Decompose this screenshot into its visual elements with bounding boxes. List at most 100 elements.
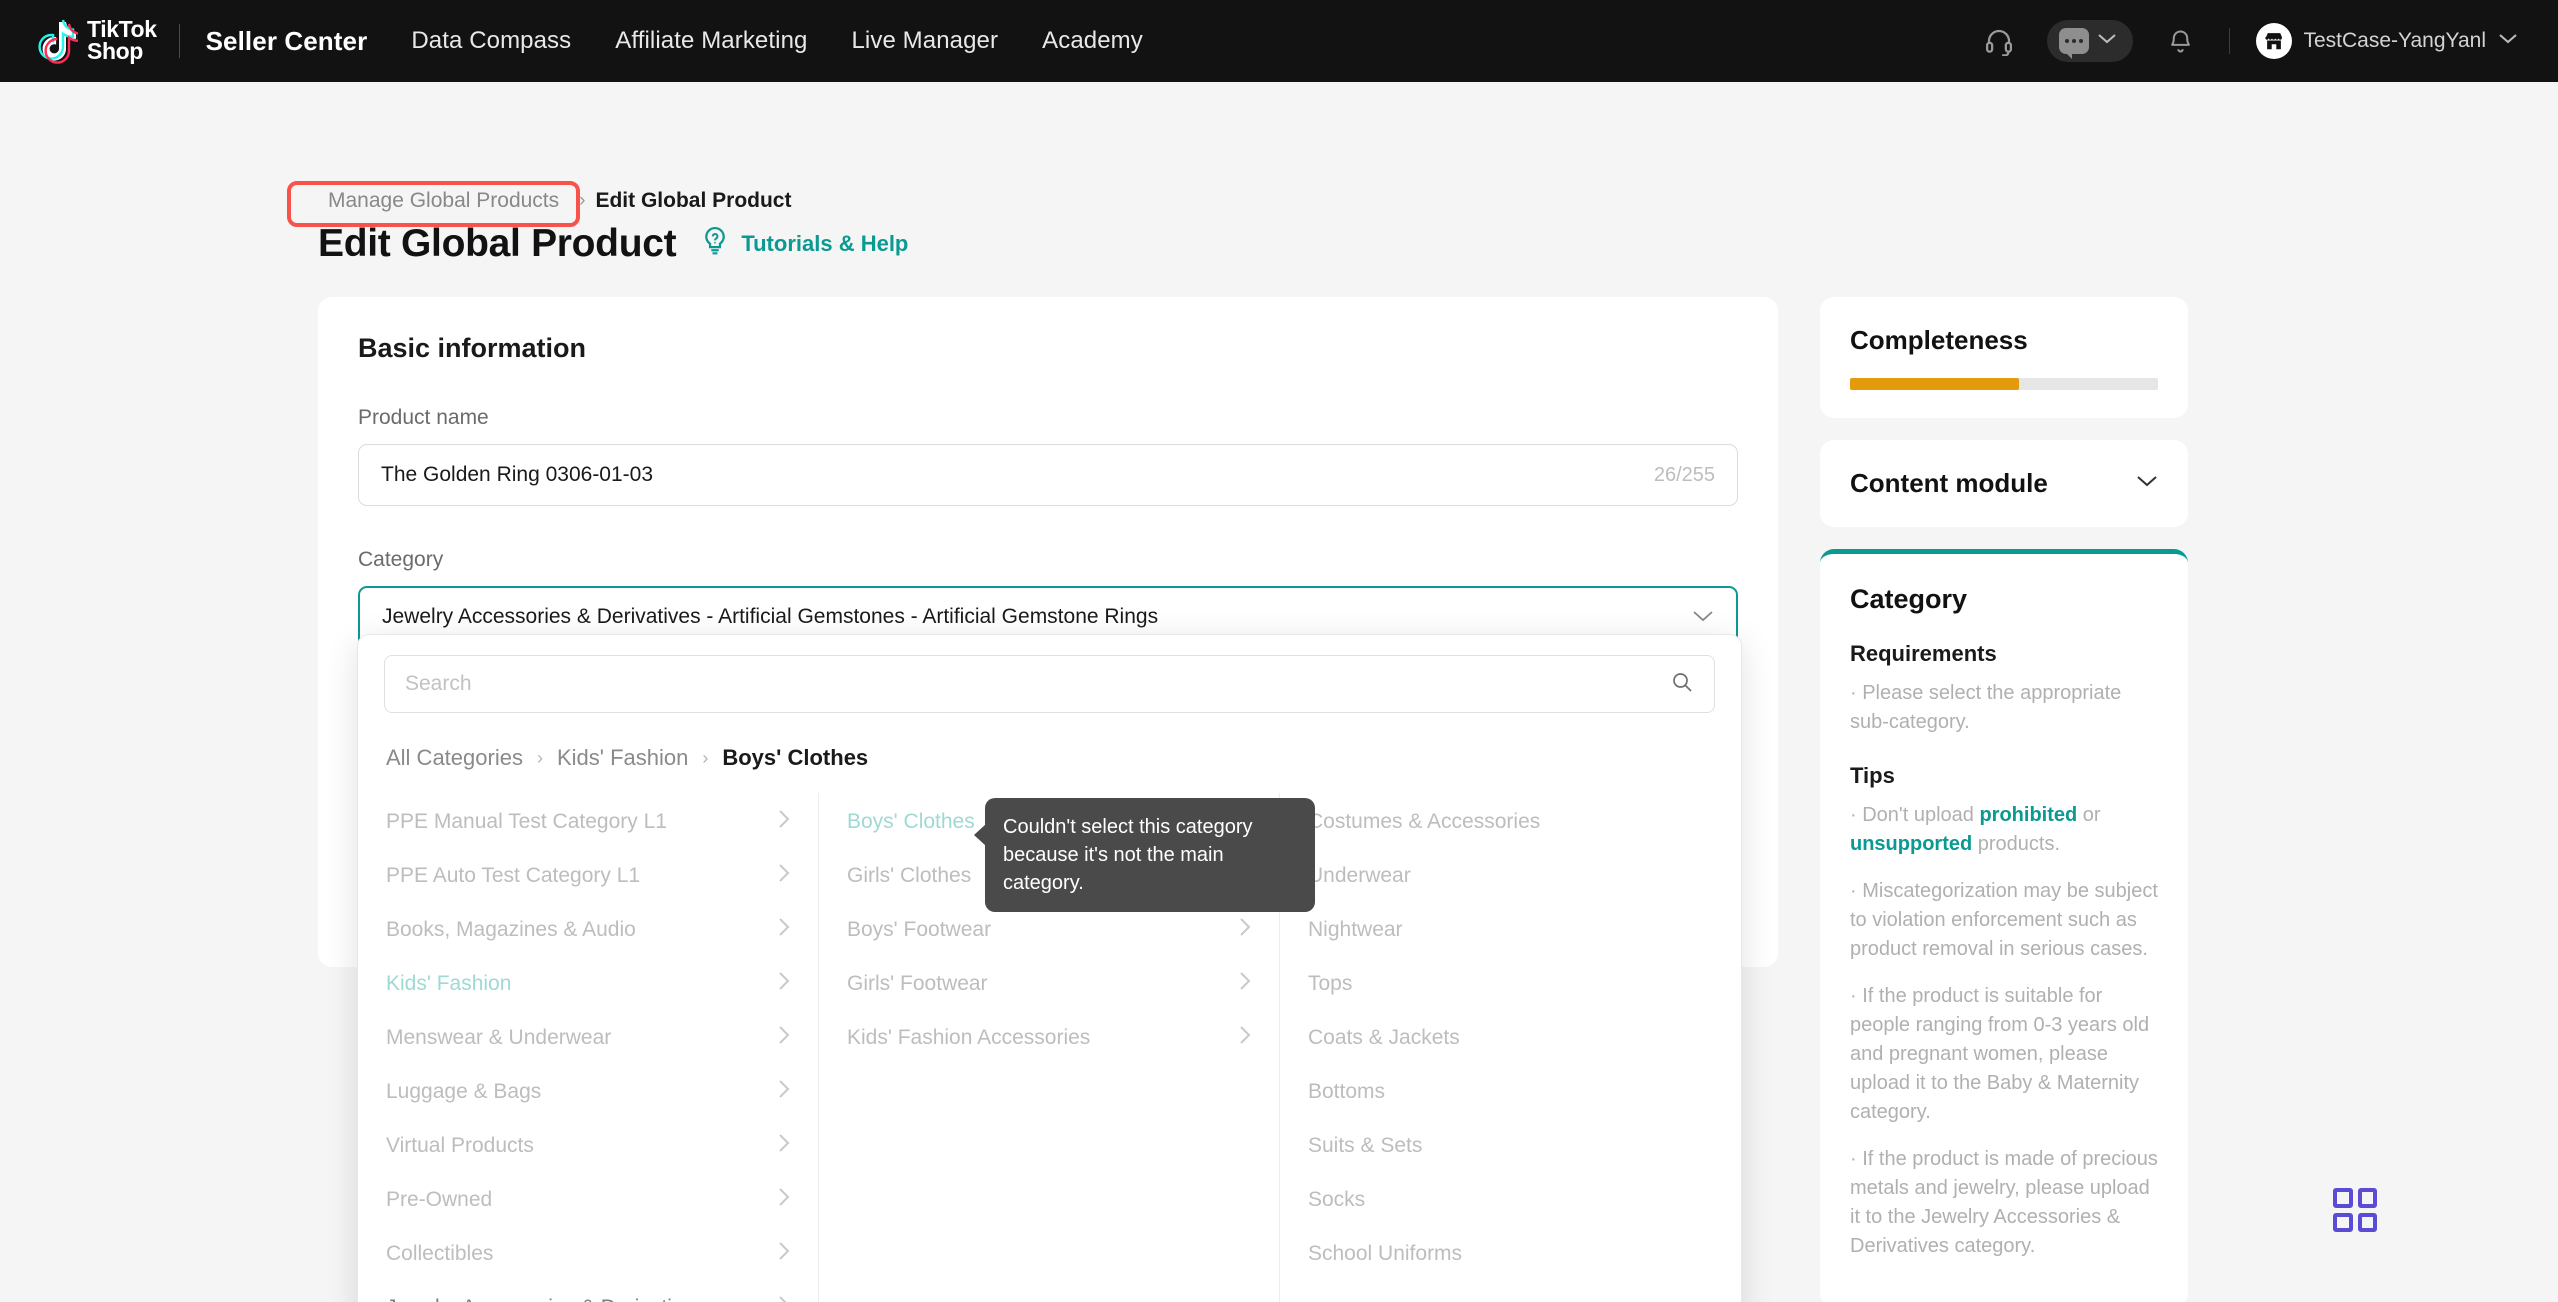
- search-icon[interactable]: [1670, 670, 1694, 699]
- chevron-down-icon[interactable]: [2136, 474, 2158, 493]
- category-option-label: PPE Auto Test Category L1: [386, 864, 640, 888]
- category-search-placeholder: Search: [405, 672, 1660, 696]
- category-option-label: Girls' Footwear: [847, 972, 988, 996]
- nav-item-live-manager[interactable]: Live Manager: [851, 27, 998, 55]
- tip-item-jewelry: · If the product is made of precious met…: [1850, 1145, 2158, 1261]
- chevron-right-icon: [776, 1186, 792, 1214]
- category-option[interactable]: Kids' Fashion Accessories: [819, 1011, 1279, 1065]
- category-option[interactable]: Jewelry Accessories & Derivatives: [358, 1281, 818, 1302]
- breadcrumb-manage-global-products[interactable]: Manage Global Products: [318, 186, 569, 216]
- breadcrumb-separator: ›: [579, 190, 585, 212]
- category-disabled-tooltip: Couldn't select this category because it…: [985, 798, 1315, 912]
- tip-item-prohibited: · Don't upload prohibited or unsupported…: [1850, 801, 2158, 859]
- user-account-chip[interactable]: TestCase-YangYanl: [2256, 23, 2519, 59]
- product-name-value: The Golden Ring 0306-01-03: [381, 463, 1654, 487]
- nav-item-affiliate-marketing[interactable]: Affiliate Marketing: [615, 27, 807, 55]
- nav-items: Seller Center Data Compass Affiliate Mar…: [206, 26, 1143, 57]
- nav-divider-2: [2229, 28, 2230, 54]
- category-help-title: Category: [1850, 584, 2158, 615]
- category-option[interactable]: PPE Manual Test Category L1: [358, 795, 818, 849]
- category-breadcrumb: All Categories › Kids' Fashion › Boys' C…: [358, 713, 1741, 793]
- category-option[interactable]: Kids' Fashion: [358, 957, 818, 1011]
- category-label: Category: [358, 548, 1738, 572]
- category-option-label: Pre-Owned: [386, 1188, 492, 1212]
- chevron-down-icon: [2498, 32, 2518, 50]
- grid-apps-icon[interactable]: [2333, 1188, 2377, 1232]
- unsupported-link[interactable]: unsupported: [1850, 833, 1972, 855]
- category-option[interactable]: Bottoms: [1280, 1065, 1741, 1119]
- category-option[interactable]: Nightwear: [1280, 903, 1741, 957]
- product-name-input[interactable]: The Golden Ring 0306-01-03 26/255: [358, 444, 1738, 506]
- category-option-label: Bottoms: [1308, 1080, 1385, 1104]
- category-option[interactable]: Menswear & Underwear: [358, 1011, 818, 1065]
- completeness-progress-track: [1850, 378, 2158, 390]
- category-option[interactable]: Socks: [1280, 1173, 1741, 1227]
- category-option[interactable]: Tops: [1280, 957, 1741, 1011]
- category-help-card: Category Requirements · Please select th…: [1820, 549, 2188, 1302]
- chevron-right-icon: [776, 808, 792, 836]
- tutorials-help-link[interactable]: Tutorials & Help: [700, 225, 908, 263]
- content-module-title: Content module: [1850, 468, 2048, 499]
- page-header: Edit Global Product Tutorials & Help: [318, 222, 908, 266]
- section-title-basic-information: Basic information: [358, 333, 1738, 364]
- cat-crumb-boys-clothes[interactable]: Boys' Clothes: [722, 745, 868, 771]
- category-option-label: Menswear & Underwear: [386, 1026, 611, 1050]
- tip-suffix: products.: [1972, 833, 2060, 855]
- category-option[interactable]: PPE Auto Test Category L1: [358, 849, 818, 903]
- tip-prefix: · Don't upload: [1850, 804, 1979, 826]
- chat-bubble-icon: [2059, 28, 2089, 54]
- prohibited-link[interactable]: prohibited: [1979, 804, 2077, 826]
- chevron-right-icon: [776, 1294, 792, 1302]
- nav-item-data-compass[interactable]: Data Compass: [411, 27, 571, 55]
- requirements-heading: Requirements: [1850, 641, 2158, 667]
- chevron-right-icon: [776, 1024, 792, 1052]
- nav-item-academy[interactable]: Academy: [1042, 27, 1143, 55]
- tip-item-baby-maternity: · If the product is suitable for people …: [1850, 982, 2158, 1127]
- nav-item-seller-center[interactable]: Seller Center: [206, 26, 368, 57]
- category-option-label: Girls' Clothes: [847, 864, 971, 888]
- category-option[interactable]: Girls' Footwear: [819, 957, 1279, 1011]
- store-icon: [2256, 23, 2292, 59]
- category-option-label: Kids' Fashion Accessories: [847, 1026, 1090, 1050]
- chevron-right-icon: [776, 916, 792, 944]
- category-option-label: Underwear: [1308, 864, 1411, 888]
- category-option[interactable]: Underwear: [1280, 849, 1741, 903]
- tip-mid: or: [2077, 804, 2100, 826]
- chevron-right-icon: [776, 970, 792, 998]
- user-name-label: TestCase-YangYanl: [2304, 29, 2487, 53]
- category-option-label: School Uniforms: [1308, 1242, 1462, 1266]
- category-column-level-1: PPE Manual Test Category L1 PPE Auto Test…: [358, 793, 819, 1302]
- category-option[interactable]: Collectibles: [358, 1227, 818, 1281]
- completeness-progress-fill: [1850, 378, 2019, 390]
- category-option[interactable]: Pre-Owned: [358, 1173, 818, 1227]
- category-option[interactable]: School Uniforms: [1280, 1227, 1741, 1281]
- category-search-input[interactable]: Search: [384, 655, 1715, 713]
- headset-icon[interactable]: [1977, 19, 2021, 63]
- chevron-right-icon: [776, 1132, 792, 1160]
- chevron-down-icon: [2097, 32, 2117, 50]
- category-option[interactable]: Books, Magazines & Audio: [358, 903, 818, 957]
- chevron-right-icon: [776, 1240, 792, 1268]
- chevron-down-icon: [1692, 606, 1714, 629]
- cat-crumb-kids-fashion[interactable]: Kids' Fashion: [557, 745, 688, 771]
- logo-wordmark: TikTok Shop: [87, 19, 157, 63]
- page-body: Manage Global Products › Edit Global Pro…: [0, 82, 2558, 1302]
- category-column-level-3: Costumes & Accessories Underwear Nightwear…: [1280, 793, 1741, 1302]
- top-navigation-bar: TikTok Shop Seller Center Data Compass A…: [0, 0, 2558, 82]
- category-option[interactable]: Suits & Sets: [1280, 1119, 1741, 1173]
- content-module-card[interactable]: Content module: [1820, 440, 2188, 527]
- cat-crumb-all-categories[interactable]: All Categories: [386, 745, 523, 771]
- category-option-label: Costumes & Accessories: [1308, 810, 1540, 834]
- bell-icon[interactable]: [2159, 19, 2203, 63]
- category-option[interactable]: Coats & Jackets: [1280, 1011, 1741, 1065]
- category-option[interactable]: Virtual Products: [358, 1119, 818, 1173]
- category-option-label: Boys' Clothes: [847, 810, 975, 834]
- tiktok-note-icon: [36, 18, 78, 64]
- messages-button[interactable]: [2047, 20, 2133, 62]
- tiktok-shop-logo[interactable]: TikTok Shop: [36, 18, 157, 64]
- category-option[interactable]: Costumes & Accessories: [1280, 795, 1741, 849]
- category-option[interactable]: Luggage & Bags: [358, 1065, 818, 1119]
- category-option-label: Luggage & Bags: [386, 1080, 541, 1104]
- tutorials-help-label: Tutorials & Help: [741, 231, 908, 257]
- breadcrumb: Manage Global Products › Edit Global Pro…: [318, 186, 791, 216]
